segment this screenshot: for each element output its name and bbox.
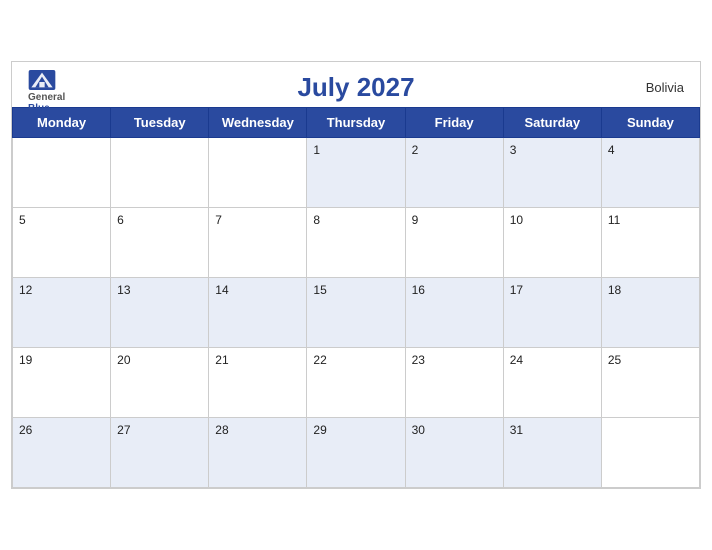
day-number: 13	[117, 283, 130, 297]
header-friday: Friday	[405, 108, 503, 138]
days-header-row: Monday Tuesday Wednesday Thursday Friday…	[13, 108, 700, 138]
calendar-day-cell: 28	[209, 418, 307, 488]
calendar-day-cell: 17	[503, 278, 601, 348]
header-saturday: Saturday	[503, 108, 601, 138]
day-number: 14	[215, 283, 228, 297]
day-number: 10	[510, 213, 523, 227]
logo-general: General	[28, 92, 65, 103]
header-wednesday: Wednesday	[209, 108, 307, 138]
day-number: 12	[19, 283, 32, 297]
calendar-day-cell	[601, 418, 699, 488]
calendar-day-cell: 4	[601, 138, 699, 208]
day-number: 15	[313, 283, 326, 297]
calendar-day-cell: 6	[111, 208, 209, 278]
calendar-day-cell	[209, 138, 307, 208]
day-number: 29	[313, 423, 326, 437]
calendar-day-cell: 7	[209, 208, 307, 278]
calendar-table: Monday Tuesday Wednesday Thursday Friday…	[12, 107, 700, 488]
calendar-header: General Blue July 2027 Bolivia	[12, 62, 700, 107]
day-number: 20	[117, 353, 130, 367]
day-number: 1	[313, 143, 320, 157]
day-number: 26	[19, 423, 32, 437]
day-number: 30	[412, 423, 425, 437]
day-number: 23	[412, 353, 425, 367]
calendar-day-cell: 11	[601, 208, 699, 278]
day-number: 8	[313, 213, 320, 227]
calendar-day-cell: 15	[307, 278, 405, 348]
calendar-day-cell: 9	[405, 208, 503, 278]
calendar-week-row: 26 27 28 29 30 31	[13, 418, 700, 488]
calendar-day-cell: 20	[111, 348, 209, 418]
day-number: 2	[412, 143, 419, 157]
calendar-day-cell	[13, 138, 111, 208]
day-number: 5	[19, 213, 26, 227]
country-label: Bolivia	[646, 80, 684, 95]
calendar-title: July 2027	[32, 72, 680, 103]
calendar-week-row: 12 13 14 15 16 17 18	[13, 278, 700, 348]
calendar-day-cell: 25	[601, 348, 699, 418]
day-number: 18	[608, 283, 621, 297]
day-number: 16	[412, 283, 425, 297]
calendar-day-cell: 8	[307, 208, 405, 278]
calendar-day-cell: 21	[209, 348, 307, 418]
calendar-day-cell: 12	[13, 278, 111, 348]
day-number: 27	[117, 423, 130, 437]
header-thursday: Thursday	[307, 108, 405, 138]
calendar-day-cell: 13	[111, 278, 209, 348]
day-number: 31	[510, 423, 523, 437]
day-number: 11	[608, 213, 620, 227]
calendar-day-cell: 2	[405, 138, 503, 208]
calendar-container: General Blue July 2027 Bolivia Monday Tu…	[11, 61, 701, 489]
calendar-day-cell: 23	[405, 348, 503, 418]
day-number: 22	[313, 353, 326, 367]
calendar-week-row: 19 20 21 22 23 24 25	[13, 348, 700, 418]
header-tuesday: Tuesday	[111, 108, 209, 138]
day-number: 25	[608, 353, 621, 367]
calendar-day-cell: 30	[405, 418, 503, 488]
calendar-week-row: 5 6 7 8 9 10 11	[13, 208, 700, 278]
calendar-day-cell: 3	[503, 138, 601, 208]
logo-blue: Blue	[28, 103, 50, 114]
day-number: 3	[510, 143, 517, 157]
day-number: 6	[117, 213, 124, 227]
day-number: 4	[608, 143, 615, 157]
calendar-day-cell: 24	[503, 348, 601, 418]
day-number: 7	[215, 213, 222, 227]
calendar-day-cell: 18	[601, 278, 699, 348]
calendar-week-row: 1 2 3 4	[13, 138, 700, 208]
calendar-day-cell: 14	[209, 278, 307, 348]
calendar-day-cell: 22	[307, 348, 405, 418]
logo-area: General Blue	[28, 70, 65, 114]
calendar-day-cell: 31	[503, 418, 601, 488]
calendar-day-cell: 26	[13, 418, 111, 488]
calendar-day-cell: 1	[307, 138, 405, 208]
day-number: 21	[215, 353, 228, 367]
calendar-day-cell	[111, 138, 209, 208]
calendar-day-cell: 27	[111, 418, 209, 488]
header-sunday: Sunday	[601, 108, 699, 138]
calendar-day-cell: 19	[13, 348, 111, 418]
logo-icon	[28, 70, 56, 90]
day-number: 9	[412, 213, 419, 227]
calendar-day-cell: 10	[503, 208, 601, 278]
day-number: 28	[215, 423, 228, 437]
calendar-day-cell: 16	[405, 278, 503, 348]
day-number: 24	[510, 353, 523, 367]
day-number: 17	[510, 283, 523, 297]
calendar-day-cell: 29	[307, 418, 405, 488]
day-number: 19	[19, 353, 32, 367]
calendar-day-cell: 5	[13, 208, 111, 278]
